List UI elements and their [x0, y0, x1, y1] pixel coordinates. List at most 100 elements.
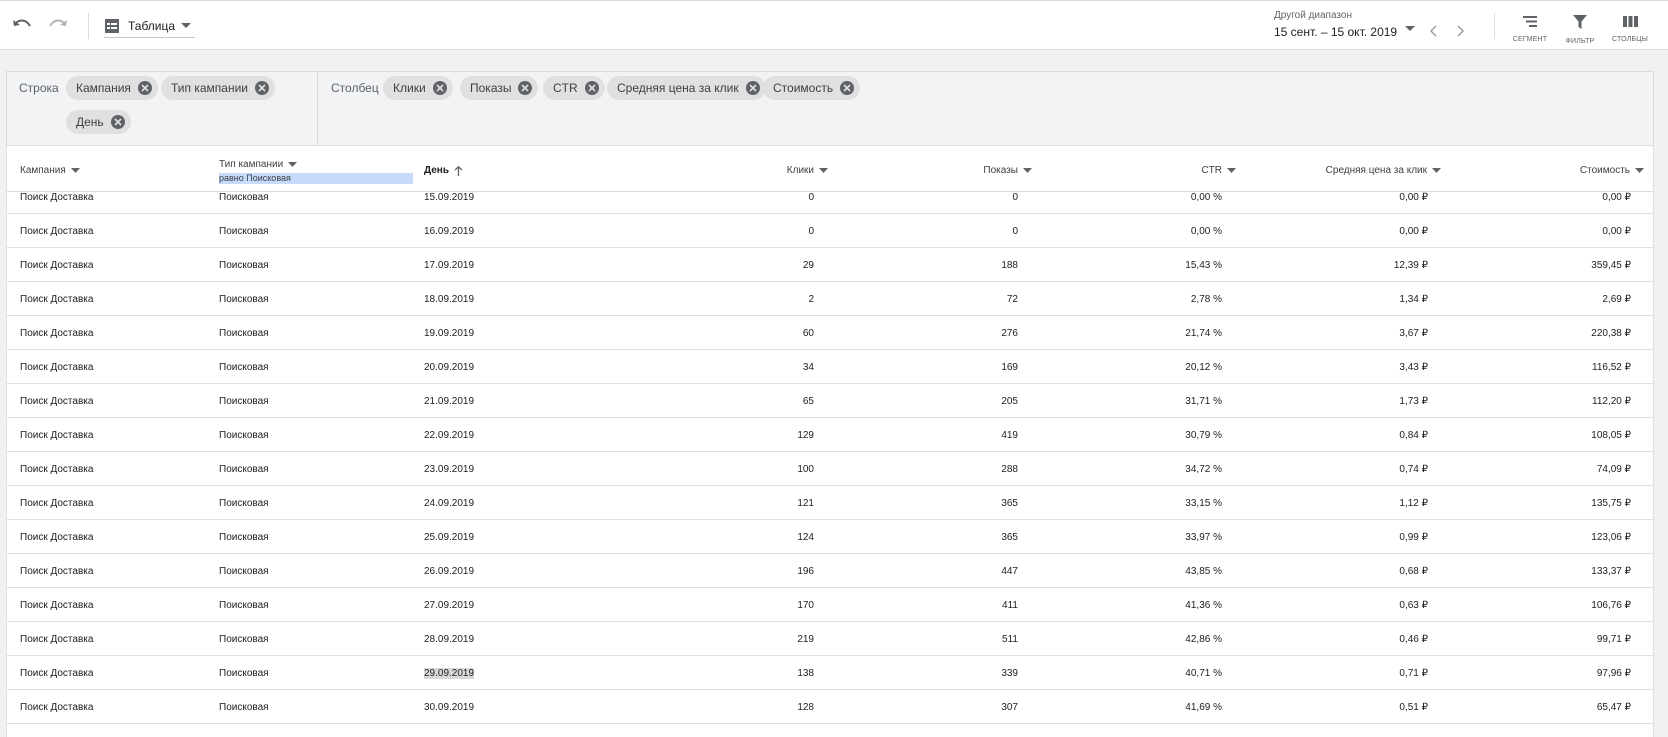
next-period-button[interactable] — [1454, 23, 1468, 39]
remove-chip-button[interactable] — [110, 115, 125, 129]
table-row[interactable]: Поиск Доставка Поисковая 17.09.2019 29 188 15… — [7, 248, 1653, 282]
remove-chip-button[interactable] — [518, 81, 533, 95]
cell-ctr: 33,15 % — [1185, 498, 1222, 509]
remove-chip-button[interactable] — [432, 81, 447, 95]
date-range-picker[interactable]: Другой диапазон 15 сент. – 15 окт. 2019 — [1274, 10, 1414, 39]
remove-chip-button[interactable] — [840, 81, 855, 95]
cell-ctr: 30,79 % — [1185, 430, 1222, 441]
table-row[interactable]: Поиск Доставка Поисковая 20.09.2019 34 169 20… — [7, 350, 1653, 384]
cell-day: 17.09.2019 — [424, 260, 475, 271]
filter-button[interactable]: ФИЛЬТР — [1557, 15, 1603, 45]
header-label: Показы — [983, 165, 1018, 176]
cell-campaign-type: Поисковая — [219, 192, 269, 203]
remove-chip-button[interactable] — [137, 81, 152, 95]
table-row[interactable]: Поиск Доставка Поисковая 19.09.2019 60 276 21… — [7, 316, 1653, 350]
header-clicks[interactable]: Клики — [787, 165, 828, 176]
undo-button[interactable] — [8, 11, 36, 39]
cell-day: 23.09.2019 — [424, 464, 475, 475]
cell-impressions: 288 — [1001, 464, 1018, 475]
table-row[interactable]: Поиск Доставка Поисковая 23.09.2019 100 288 3… — [7, 452, 1653, 486]
columns-pivot-label: Столбец — [331, 81, 379, 95]
remove-chip-button[interactable] — [745, 81, 760, 95]
cell-clicks: 65 — [802, 396, 814, 407]
table-row[interactable]: Поиск Доставка Поисковая 18.09.2019 2 72 2,78… — [7, 282, 1653, 316]
header-avg-cpc[interactable]: Средняя цена за клик — [1326, 165, 1441, 176]
cell-clicks: 129 — [797, 430, 814, 441]
cell-impressions: 511 — [1002, 634, 1018, 645]
table-row[interactable]: Поиск Доставка Поисковая 21.09.2019 65 205 31… — [7, 384, 1653, 418]
cell-clicks: 0 — [808, 192, 814, 203]
header-ctr[interactable]: CTR — [1201, 165, 1236, 176]
table-row[interactable]: Поиск Доставка Поисковая 28.09.2019 219 511 4… — [7, 622, 1653, 656]
header-cost[interactable]: Стоимость — [1580, 165, 1644, 176]
pivot-divider — [317, 72, 318, 145]
cell-impressions: 307 — [1001, 702, 1018, 713]
column-chip-cost[interactable]: Стоимость — [763, 76, 861, 100]
cell-avg-cpc: 12,39 ₽ — [1393, 260, 1428, 271]
segment-button[interactable]: СЕГМЕНТ — [1507, 15, 1553, 43]
remove-chip-button[interactable] — [584, 81, 599, 95]
close-icon — [258, 84, 266, 92]
cell-clicks: 124 — [797, 532, 814, 543]
cell-campaign: Поиск Доставка — [20, 498, 94, 509]
table-row[interactable]: Поиск Доставка Поисковая 27.09.2019 170 411 4… — [7, 588, 1653, 622]
cell-campaign-type: Поисковая — [219, 668, 269, 679]
previous-period-button[interactable] — [1426, 23, 1440, 39]
cell-cost: 97,96 ₽ — [1596, 668, 1631, 679]
cell-cost: 2,69 ₽ — [1602, 294, 1631, 305]
columns-button[interactable]: СТОЛБЦЫ — [1607, 15, 1653, 43]
cell-ctr: 21,74 % — [1185, 328, 1222, 339]
cell-avg-cpc: 0,99 ₽ — [1399, 532, 1428, 543]
cell-ctr: 15,43 % — [1185, 260, 1222, 271]
table-row[interactable]: Поиск Доставка Поисковая 15.09.2019 0 0 0,00 … — [7, 180, 1653, 214]
date-dropdown-icon[interactable] — [1405, 26, 1415, 32]
row-chip-campaign-type[interactable]: Тип кампании — [161, 76, 275, 100]
header-impressions[interactable]: Показы — [983, 165, 1032, 176]
cell-avg-cpc: 0,68 ₽ — [1399, 566, 1428, 577]
table-row[interactable]: Поиск Доставка Поисковая 30.09.2019 128 307 4… — [7, 690, 1653, 724]
cell-clicks: 100 — [797, 464, 814, 475]
cell-day: 26.09.2019 — [424, 566, 475, 577]
cell-cost: 112,20 ₽ — [1592, 396, 1631, 407]
cell-day: 19.09.2019 — [424, 328, 475, 339]
close-icon — [141, 84, 149, 92]
column-chip-impressions[interactable]: Показы — [460, 76, 539, 100]
row-chip-campaign[interactable]: Кампания — [66, 76, 158, 100]
column-chip-avg-cpc[interactable]: Средняя цена за клик — [607, 76, 766, 100]
cell-cost: 220,38 ₽ — [1591, 328, 1631, 339]
cell-ctr: 0,00 % — [1190, 226, 1222, 237]
view-type-label: Таблица — [128, 19, 176, 33]
remove-chip-button[interactable] — [254, 81, 269, 95]
table-row[interactable]: Поиск Доставка Поисковая 22.09.2019 129 419 3… — [7, 418, 1653, 452]
cell-campaign-type: Поисковая — [219, 566, 269, 577]
cell-campaign: Поиск Доставка — [20, 634, 94, 645]
header-label: Кампания — [20, 165, 66, 176]
cell-ctr: 31,71 % — [1185, 396, 1222, 407]
row-chip-day[interactable]: День — [66, 110, 131, 134]
header-campaign-type[interactable]: Тип кампании — [219, 159, 298, 170]
table-row[interactable]: Поиск Доставка Поисковая 29.09.2019 138 339 4… — [7, 656, 1653, 690]
column-chip-clicks[interactable]: Клики — [383, 76, 453, 100]
column-chip-ctr[interactable]: CTR — [543, 76, 605, 100]
header-day[interactable]: День — [424, 165, 463, 176]
cell-campaign-type: Поисковая — [219, 362, 269, 373]
cell-avg-cpc: 0,00 ₽ — [1399, 192, 1428, 203]
table-row[interactable]: Поиск Доставка Поисковая 16.09.2019 0 0 0,00 … — [7, 214, 1653, 248]
view-type-select[interactable]: Таблица — [104, 15, 196, 38]
cell-impressions: 411 — [1002, 600, 1018, 611]
cell-avg-cpc: 0,71 ₽ — [1399, 668, 1428, 679]
cell-day: 21.09.2019 — [424, 396, 475, 407]
cell-day: 22.09.2019 — [424, 430, 475, 441]
table-row[interactable]: Поиск Доставка Поисковая 26.09.2019 196 447 4… — [7, 554, 1653, 588]
cell-day: 25.09.2019 — [424, 532, 475, 543]
header-campaign[interactable]: Кампания — [20, 165, 80, 176]
redo-button[interactable] — [44, 11, 72, 39]
table-row[interactable]: Поиск Доставка Поисковая 25.09.2019 124 365 3… — [7, 520, 1653, 554]
table-row[interactable]: Поиск Доставка Поисковая 24.09.2019 121 365 3… — [7, 486, 1653, 520]
cell-cost: 108,05 ₽ — [1591, 430, 1631, 441]
table-icon — [105, 19, 119, 33]
cell-ctr: 2,78 % — [1190, 294, 1222, 305]
cell-clicks: 219 — [797, 634, 814, 645]
cell-campaign-type: Поисковая — [219, 430, 269, 441]
top-toolbar: Таблица Другой диапазон 15 сент. – 15 ок… — [0, 0, 1668, 50]
